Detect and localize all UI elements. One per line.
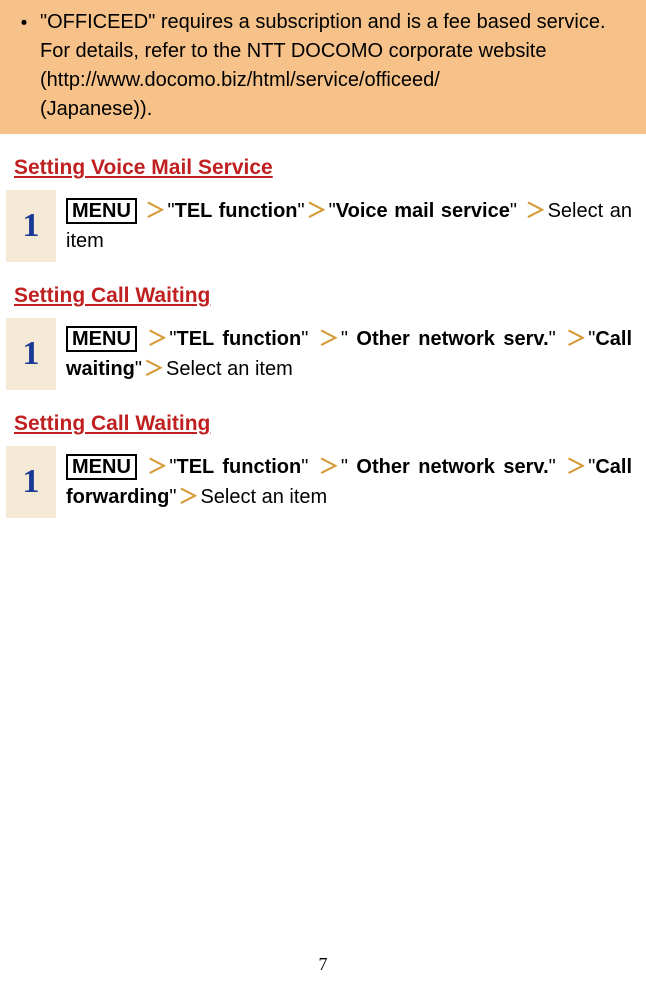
chevron-icon: ＞ xyxy=(305,200,329,222)
step-number: 1 xyxy=(6,446,56,518)
note-line3: (Japanese)). xyxy=(40,98,152,120)
note-body: "OFFICEED" requires a subscription and i… xyxy=(40,8,632,124)
chevron-icon: ＞ xyxy=(145,456,169,478)
quote: " xyxy=(168,200,175,222)
select-item: Select an item xyxy=(200,486,327,508)
tel-function-label: TEL function xyxy=(176,328,301,350)
other-network-label: Other network serv. xyxy=(348,456,549,478)
page: ・ "OFFICEED" requires a subscription and… xyxy=(0,0,646,989)
note-url: (http://www.docomo.biz/html/service/offi… xyxy=(40,69,440,91)
note-line1: "OFFICEED" requires a subscription and i… xyxy=(40,11,606,33)
chevron-icon: ＞ xyxy=(564,456,588,478)
chevron-icon: ＞ xyxy=(144,200,168,222)
chevron-icon: ＞ xyxy=(524,200,548,222)
quote: " xyxy=(301,456,308,478)
note-line2: For details, refer to the NTT DOCOMO cor… xyxy=(40,40,546,62)
quote: " xyxy=(510,200,517,222)
step-row-voicemail: 1 MENU ＞"TEL function"＞"Voice mail servi… xyxy=(0,190,632,262)
chevron-icon: ＞ xyxy=(142,358,166,380)
chevron-icon: ＞ xyxy=(176,486,200,508)
voice-mail-label: Voice mail service xyxy=(336,200,510,222)
quote: " xyxy=(341,456,348,478)
step-row-call-forwarding: 1 MENU ＞"TEL function" ＞" Other network … xyxy=(0,446,632,518)
tel-function-label: TEL function xyxy=(176,456,301,478)
step-body-call-waiting: MENU ＞"TEL function" ＞" Other network se… xyxy=(56,318,632,390)
quote: " xyxy=(301,328,308,350)
section-title-voicemail: Setting Voice Mail Service xyxy=(14,156,632,180)
chevron-icon: ＞ xyxy=(145,328,169,350)
step-row-call-waiting: 1 MENU ＞"TEL function" ＞" Other network … xyxy=(0,318,632,390)
quote: " xyxy=(135,358,142,380)
note-bullet: ・ xyxy=(14,8,40,124)
page-number: 7 xyxy=(0,954,646,975)
note-box: ・ "OFFICEED" requires a subscription and… xyxy=(0,0,646,134)
step-body-voicemail: MENU ＞"TEL function"＞"Voice mail service… xyxy=(56,190,632,262)
section-title-call-forwarding: Setting Call Waiting xyxy=(14,412,632,436)
section-title-call-waiting: Setting Call Waiting xyxy=(14,284,632,308)
menu-box: MENU xyxy=(66,326,137,352)
quote: " xyxy=(549,328,556,350)
menu-box: MENU xyxy=(66,454,137,480)
tel-function-label: TEL function xyxy=(175,200,298,222)
quote: " xyxy=(329,200,336,222)
step-number: 1 xyxy=(6,190,56,262)
step-body-call-forwarding: MENU ＞"TEL function" ＞" Other network se… xyxy=(56,446,632,518)
quote: " xyxy=(298,200,305,222)
note-row: ・ "OFFICEED" requires a subscription and… xyxy=(14,8,632,124)
select-item: Select an item xyxy=(166,358,293,380)
quote: " xyxy=(341,328,348,350)
step-number: 1 xyxy=(6,318,56,390)
quote: " xyxy=(549,456,556,478)
chevron-icon: ＞ xyxy=(564,328,588,350)
chevron-icon: ＞ xyxy=(317,456,341,478)
other-network-label: Other network serv. xyxy=(348,328,549,350)
chevron-icon: ＞ xyxy=(317,328,341,350)
menu-box: MENU xyxy=(66,198,137,224)
